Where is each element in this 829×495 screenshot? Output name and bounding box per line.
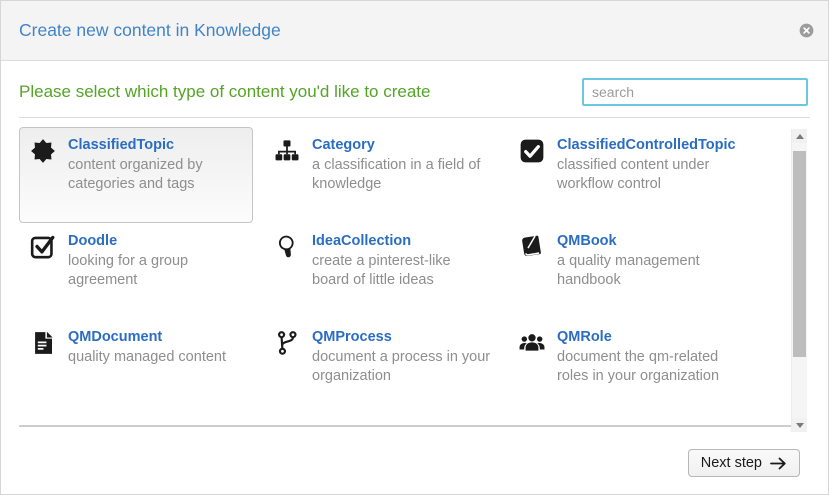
tile-qmbook[interactable]: QMBook a quality management handbook	[508, 223, 782, 319]
content-type-grid: ClassifiedTopic content organized by cat…	[19, 125, 792, 425]
content-type-label[interactable]: Category	[312, 137, 491, 153]
check-square-solid-icon	[519, 138, 545, 164]
content-type-description: content organized by categories and tags	[68, 156, 246, 194]
users-icon	[519, 330, 545, 356]
content-type-label[interactable]: ClassifiedControlledTopic	[557, 137, 741, 153]
tile-category[interactable]: Category a classification in a field of …	[263, 127, 498, 223]
arrow-right-icon	[770, 457, 787, 470]
content-type-description: document the qm-related roles in your or…	[557, 348, 741, 386]
next-step-button[interactable]: Next step	[688, 449, 800, 477]
tile-doodle[interactable]: Doodle looking for a group agreement	[19, 223, 253, 319]
content-type-label[interactable]: QMDocument	[68, 329, 226, 345]
next-step-label: Next step	[701, 455, 762, 471]
scrollbar-thumb[interactable]	[793, 151, 806, 357]
dialog-header: Create new content in Knowledge	[1, 1, 828, 61]
content-type-description: a quality management handbook	[557, 252, 741, 290]
tile-ideacollection[interactable]: IdeaCollection create a pinterest-like b…	[263, 223, 498, 319]
scrollbar[interactable]	[791, 129, 807, 432]
content-type-description: classified content under workflow contro…	[557, 156, 741, 194]
content-type-description: a classification in a field of knowledge	[312, 156, 491, 194]
create-content-dialog: Create new content in Knowledge Please s…	[0, 0, 829, 495]
content-type-label[interactable]: Doodle	[68, 233, 246, 249]
scroll-up-icon[interactable]	[792, 129, 807, 143]
search-input[interactable]	[582, 78, 808, 106]
tile-classifiedcontrolledtopic[interactable]: ClassifiedControlledTopic classified con…	[508, 127, 782, 223]
content-type-label[interactable]: IdeaCollection	[312, 233, 491, 249]
lightbulb-icon	[274, 234, 300, 260]
close-icon[interactable]	[799, 23, 814, 38]
dialog-title: Create new content in Knowledge	[19, 20, 281, 41]
scroll-down-icon[interactable]	[792, 418, 807, 432]
fork-icon	[274, 330, 300, 356]
content-type-label[interactable]: ClassifiedTopic	[68, 137, 246, 153]
tile-qmprocess[interactable]: QMProcess document a process in your org…	[263, 319, 498, 415]
content-type-description: document a process in your organization	[312, 348, 491, 386]
sitemap-icon	[274, 138, 300, 164]
selector-header: Please select which type of content you'…	[19, 61, 810, 118]
content-type-description: create a pinterest-like board of little …	[312, 252, 491, 290]
content-type-label[interactable]: QMProcess	[312, 329, 491, 345]
document-icon	[30, 330, 56, 356]
tile-qmdocument[interactable]: QMDocument quality managed content	[19, 319, 253, 415]
content-type-label[interactable]: QMBook	[557, 233, 741, 249]
tile-qmrole[interactable]: QMRole document the qm-related roles in …	[508, 319, 782, 415]
content-type-list: ClassifiedTopic content organized by cat…	[19, 125, 792, 427]
check-square-outline-icon	[30, 234, 56, 260]
content-type-description: looking for a group agreement	[68, 252, 246, 290]
content-type-description: quality managed content	[68, 348, 226, 367]
content-type-label[interactable]: QMRole	[557, 329, 741, 345]
seal-icon	[30, 138, 56, 164]
tile-classifiedtopic[interactable]: ClassifiedTopic content organized by cat…	[19, 127, 253, 223]
book-icon	[519, 234, 545, 260]
selector-prompt: Please select which type of content you'…	[19, 82, 430, 102]
